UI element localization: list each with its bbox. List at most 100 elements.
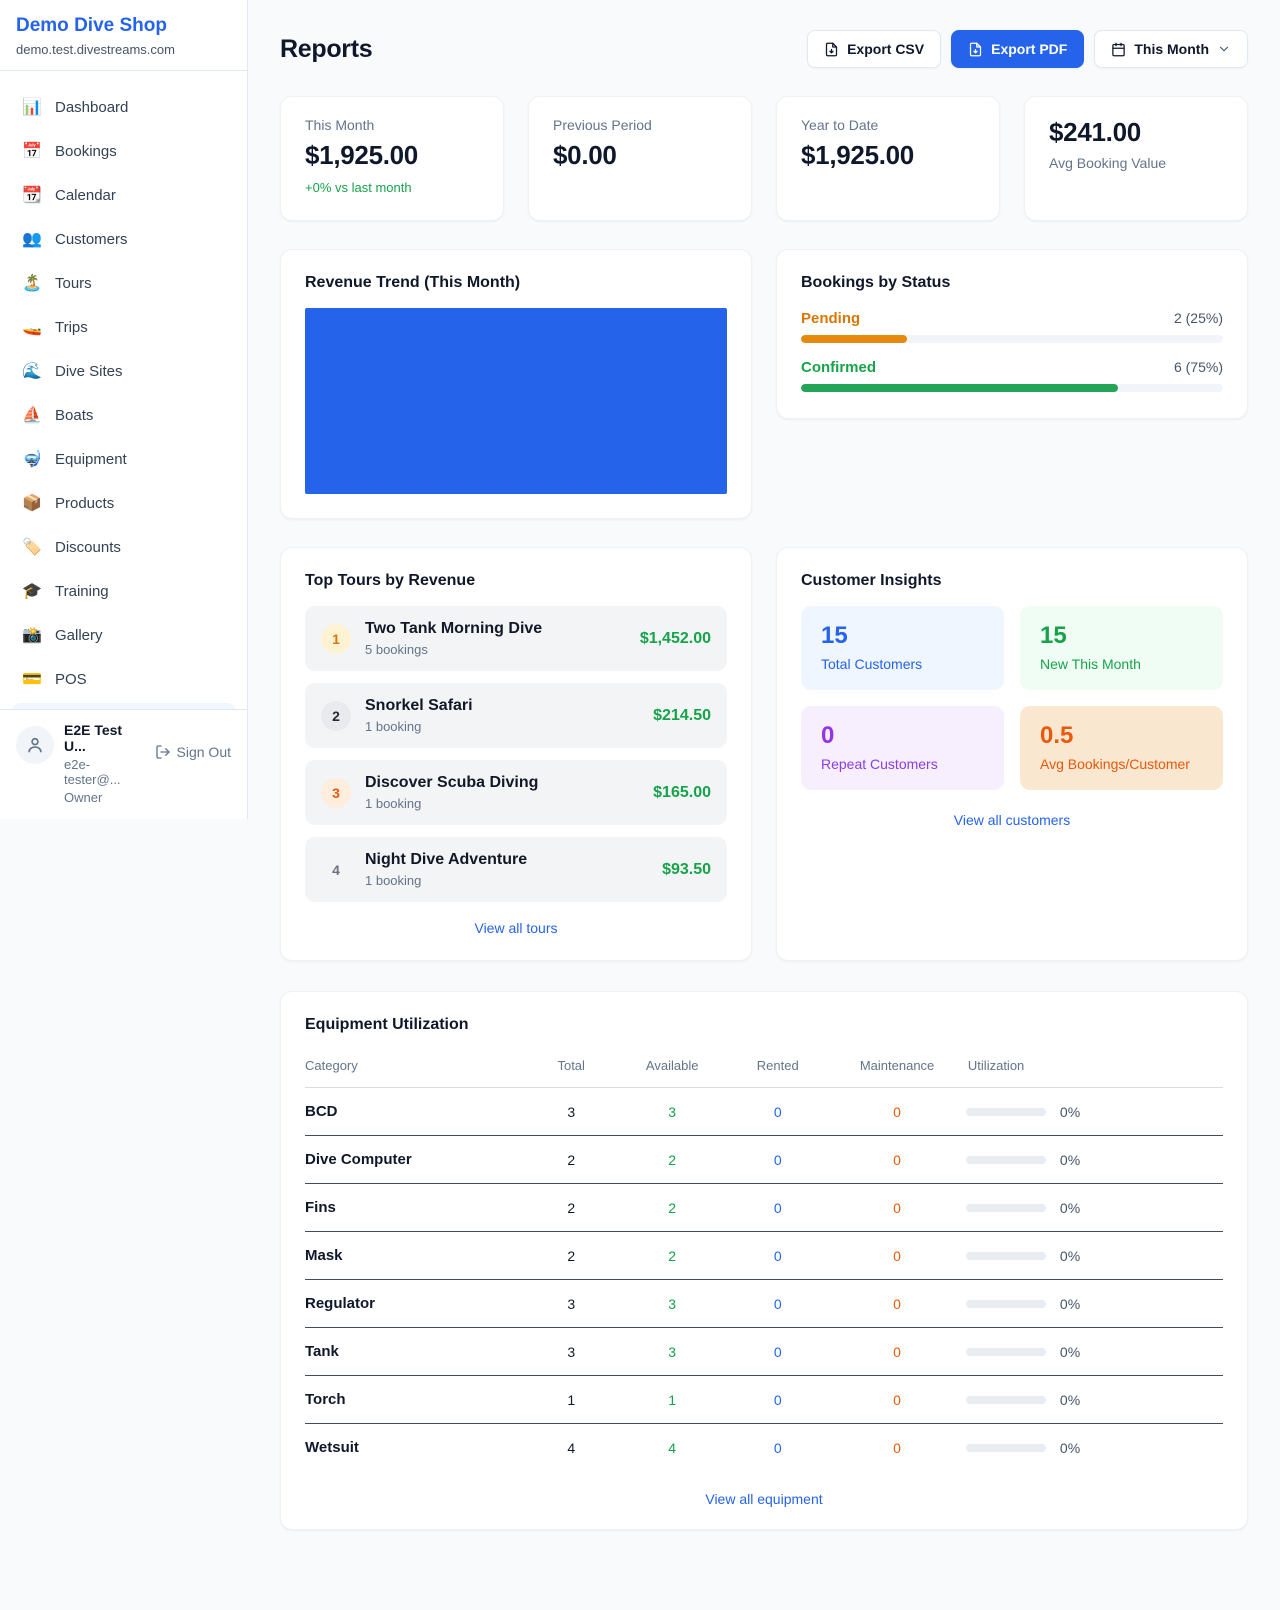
status-bar-fill [801,384,1118,392]
bookings-by-status-card: Bookings by Status Pending 2 (25%) Confi… [776,249,1248,419]
cell-rented: 0 [727,1184,828,1232]
tours-icon: 🏝️ [22,273,42,293]
tour-name: Snorkel Safari [365,697,473,715]
cell-total: 2 [525,1184,617,1232]
revenue-trend-card: Revenue Trend (This Month) [280,249,752,519]
cell-maintenance: 0 [828,1376,966,1424]
status-item-pending: Pending 2 (25%) [801,310,1223,343]
column-header-utilization: Utilization [966,1048,1223,1088]
sidebar-item-label: Equipment [55,451,127,468]
status-bar-track [801,384,1223,392]
sidebar-nav: 📊 Dashboard 📅 Bookings 📆 Calendar 👥 Cust… [0,71,247,709]
equipment-utilization-title: Equipment Utilization [305,1016,1223,1034]
sidebar-item-equipment[interactable]: 🤿 Equipment [12,439,235,479]
utilization-pct: 0% [1060,1344,1080,1360]
export-pdf-button[interactable]: Export PDF [951,30,1084,68]
sidebar-item-label: Customers [55,231,128,248]
header-actions: Export CSV Export PDF This Month [807,30,1248,68]
view-all-tours-link[interactable]: View all tours [305,920,727,936]
sidebar-item-label: Calendar [55,187,116,204]
sidebar-item-training[interactable]: 🎓 Training [12,571,235,611]
view-all-customers-link[interactable]: View all customers [801,812,1223,828]
tile-value: 0.5 [1040,722,1203,750]
cell-utilization: 0% [966,1184,1223,1232]
bookings-icon: 📅 [22,141,42,161]
cell-available: 3 [617,1280,727,1328]
status-item-confirmed: Confirmed 6 (75%) [801,359,1223,392]
cell-maintenance: 0 [828,1424,966,1472]
sidebar-item-label: Boats [55,407,93,424]
insight-tiles: 15 Total Customers 15 New This Month 0 R… [801,606,1223,790]
brand: Demo Dive Shop demo.test.divestreams.com [0,0,247,71]
status-value: 6 (75%) [1174,359,1223,375]
cell-maintenance: 0 [828,1232,966,1280]
page-header: Reports Export CSV Export PDF [280,30,1248,68]
insight-tile-avg-bookings: 0.5 Avg Bookings/Customer [1020,706,1223,790]
cell-utilization: 0% [966,1136,1223,1184]
customer-insights-card: Customer Insights 15 Total Customers 15 … [776,547,1248,961]
user-name: E2E Test U... [64,722,145,754]
export-csv-button[interactable]: Export CSV [807,30,941,68]
sidebar-item-label: Dashboard [55,99,128,116]
revenue-trend-title: Revenue Trend (This Month) [305,274,727,292]
cell-utilization: 0% [966,1232,1223,1280]
user-email: e2e-tester@... [64,757,145,787]
charts-row: Revenue Trend (This Month) Bookings by S… [280,249,1248,519]
status-value: 2 (25%) [1174,310,1223,326]
calendar-icon [1111,42,1126,57]
tile-label: Total Customers [821,656,984,672]
stats-row: This Month $1,925.00 +0% vs last month P… [280,96,1248,221]
tour-name: Discover Scuba Diving [365,774,538,792]
sign-out-label: Sign Out [177,744,231,760]
cell-rented: 0 [727,1376,828,1424]
insight-tile-repeat-customers: 0 Repeat Customers [801,706,1004,790]
stat-card-avg-booking-value: $241.00 Avg Booking Value [1024,96,1248,221]
products-icon: 📦 [22,493,42,513]
sidebar-item-dashboard[interactable]: 📊 Dashboard [12,87,235,127]
cell-available: 2 [617,1232,727,1280]
sidebar-item-tours[interactable]: 🏝️ Tours [12,263,235,303]
sign-out-button[interactable]: Sign Out [155,744,231,760]
tour-row: 2 Snorkel Safari 1 booking $214.50 [305,683,727,748]
tile-value: 0 [821,722,984,750]
sidebar-item-gallery[interactable]: 📸 Gallery [12,615,235,655]
utilization-pct: 0% [1060,1440,1080,1456]
utilization-pct: 0% [1060,1296,1080,1312]
insight-tile-total-customers: 15 Total Customers [801,606,1004,690]
cell-maintenance: 0 [828,1328,966,1376]
tour-row: 3 Discover Scuba Diving 1 booking $165.0… [305,760,727,825]
tile-value: 15 [1040,622,1203,650]
brand-domain: demo.test.divestreams.com [16,42,231,57]
period-select[interactable]: This Month [1094,30,1248,68]
calendar-icon: 📆 [22,185,42,205]
cell-available: 1 [617,1376,727,1424]
status-bar-track [801,335,1223,343]
sidebar-item-calendar[interactable]: 📆 Calendar [12,175,235,215]
sidebar-item-pos[interactable]: 💳 POS [12,659,235,699]
cell-rented: 0 [727,1232,828,1280]
stat-value: $0.00 [553,140,727,171]
tile-label: Avg Bookings/Customer [1040,756,1203,772]
table-row: Torch 1 1 0 0 0% [305,1376,1223,1424]
sidebar-item-label: Bookings [55,143,117,160]
sidebar-item-boats[interactable]: ⛵ Boats [12,395,235,435]
avatar [16,726,54,764]
cell-utilization: 0% [966,1376,1223,1424]
column-header-rented: Rented [727,1048,828,1088]
equipment-table-header: Category Total Available Rented Maintena… [305,1048,1223,1088]
rank-badge: 1 [321,624,351,654]
cell-rented: 0 [727,1088,828,1136]
sidebar-item-discounts[interactable]: 🏷️ Discounts [12,527,235,567]
sidebar-item-customers[interactable]: 👥 Customers [12,219,235,259]
status-label: Confirmed [801,359,876,376]
sidebar-item-products[interactable]: 📦 Products [12,483,235,523]
cell-maintenance: 0 [828,1088,966,1136]
view-all-equipment-link[interactable]: View all equipment [305,1491,1223,1507]
sidebar-item-dive-sites[interactable]: 🌊 Dive Sites [12,351,235,391]
cell-category: BCD [305,1088,525,1136]
sidebar-item-label: POS [55,671,87,688]
sidebar-item-trips[interactable]: 🚤 Trips [12,307,235,347]
sidebar-item-label: Tours [55,275,92,292]
tour-bookings: 1 booking [365,873,527,888]
sidebar-item-bookings[interactable]: 📅 Bookings [12,131,235,171]
